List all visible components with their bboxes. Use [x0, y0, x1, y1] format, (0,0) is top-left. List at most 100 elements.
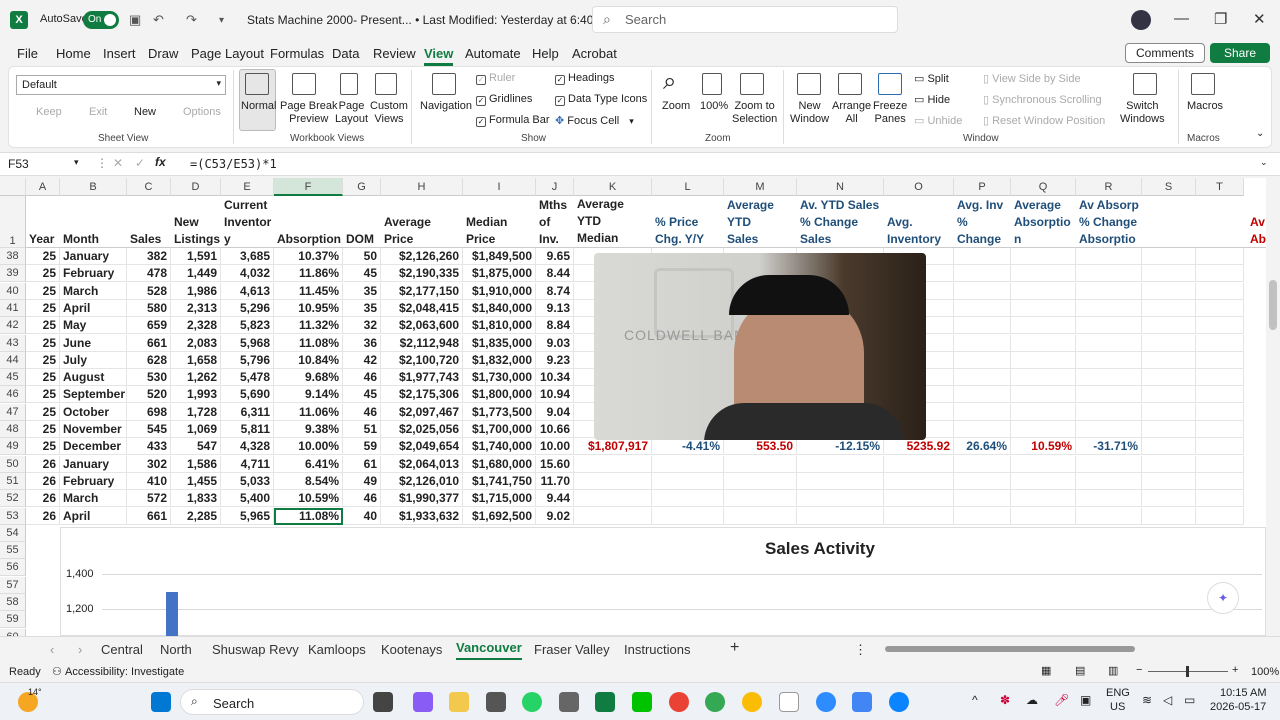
header-cell[interactable]: Av Ab	[1250, 214, 1266, 248]
header-cell[interactable]: Current Inventor y	[224, 197, 273, 248]
chevron-up-icon[interactable]: ^	[972, 693, 978, 707]
sheet-tab-fraser-valley[interactable]: Fraser Valley	[534, 642, 610, 657]
table-cell[interactable]: 25	[26, 403, 60, 421]
row-header[interactable]: 60	[0, 628, 26, 636]
table-cell[interactable]: 2,285	[171, 507, 221, 525]
table-cell[interactable]	[954, 386, 1011, 404]
sheet-tab-kootenays[interactable]: Kootenays	[381, 642, 442, 657]
region-label[interactable]: US	[1110, 701, 1125, 713]
table-cell[interactable]: 35	[343, 299, 381, 317]
table-cell[interactable]: 9.03	[536, 334, 574, 352]
table-cell[interactable]	[1011, 386, 1076, 404]
column-header[interactable]: N	[797, 178, 884, 196]
switch-windows-button[interactable]: Switch Windows	[1120, 100, 1165, 126]
table-cell[interactable]: 10.66	[536, 421, 574, 438]
table-cell[interactable]: 661	[127, 334, 171, 352]
column-header[interactable]: H	[381, 178, 463, 196]
zoom-level[interactable]: 100%	[1251, 666, 1279, 678]
table-cell[interactable]	[954, 351, 1011, 369]
table-cell[interactable]	[1076, 334, 1142, 352]
table-cell[interactable]: 553.50	[724, 438, 797, 456]
table-cell[interactable]: 46	[343, 369, 381, 387]
table-cell[interactable]	[574, 455, 652, 473]
row-header[interactable]: 55	[0, 542, 26, 560]
table-cell[interactable]	[1076, 317, 1142, 335]
table-cell[interactable]	[1011, 282, 1076, 300]
row-header[interactable]: 41	[0, 299, 26, 317]
table-cell[interactable]	[1196, 455, 1244, 473]
row-header[interactable]: 48	[0, 421, 26, 438]
table-cell[interactable]	[1196, 369, 1244, 387]
table-cell[interactable]: September	[60, 386, 127, 404]
chrome-profile-icon[interactable]	[742, 692, 762, 712]
select-all-corner[interactable]	[0, 178, 26, 196]
table-cell[interactable]: January	[60, 455, 127, 473]
function-icon[interactable]: fx	[155, 155, 166, 169]
table-cell[interactable]: April	[60, 299, 127, 317]
page-layout-button[interactable]: Page Layout	[335, 100, 368, 126]
table-cell[interactable]: $2,100,720	[381, 351, 463, 369]
table-cell[interactable]: 10.00	[536, 438, 574, 456]
table-cell[interactable]: 9.14%	[274, 386, 343, 404]
column-header[interactable]: J	[536, 178, 574, 196]
share-button[interactable]: Share	[1210, 43, 1270, 63]
table-cell[interactable]: November	[60, 421, 127, 438]
sheet-view-dropdown[interactable]: Default ▾	[16, 75, 226, 95]
language-label[interactable]: ENG	[1106, 687, 1130, 699]
table-cell[interactable]: 1,986	[171, 282, 221, 300]
table-cell[interactable]: $2,049,654	[381, 438, 463, 456]
table-cell[interactable]: 661	[127, 507, 171, 525]
column-header[interactable]: C	[127, 178, 171, 196]
table-cell[interactable]	[1011, 351, 1076, 369]
table-cell[interactable]	[1076, 351, 1142, 369]
table-cell[interactable]	[954, 490, 1011, 508]
table-cell[interactable]: 5,690	[221, 386, 274, 404]
column-header[interactable]: P	[954, 178, 1011, 196]
column-header[interactable]: F	[274, 178, 343, 196]
table-cell[interactable]: $1,933,632	[381, 507, 463, 525]
table-cell[interactable]: 10.84%	[274, 351, 343, 369]
table-cell[interactable]: 11.06%	[274, 403, 343, 421]
table-cell[interactable]: 10.00%	[274, 438, 343, 456]
add-sheet-icon[interactable]: +	[730, 639, 739, 657]
table-cell[interactable]	[1196, 472, 1244, 490]
cancel-icon[interactable]: ✕	[113, 156, 123, 170]
tab-acrobat[interactable]: Acrobat	[572, 46, 617, 61]
table-cell[interactable]: 36	[343, 334, 381, 352]
file-icon[interactable]	[779, 692, 799, 712]
row-header[interactable]: 52	[0, 490, 26, 508]
row-header[interactable]: 44	[0, 351, 26, 369]
table-cell[interactable]: 9.04	[536, 403, 574, 421]
autosave-toggle[interactable]: On	[83, 11, 119, 29]
table-cell[interactable]	[1196, 299, 1244, 317]
row-header[interactable]: 59	[0, 611, 26, 629]
accessibility-status[interactable]: Accessibility: Investigate	[65, 666, 184, 678]
table-cell[interactable]: 410	[127, 472, 171, 490]
table-cell[interactable]	[1142, 317, 1196, 335]
table-cell[interactable]: $1,700,000	[463, 421, 536, 438]
row-header[interactable]: 51	[0, 472, 26, 490]
table-cell[interactable]: 46	[343, 490, 381, 508]
table-cell[interactable]: $2,175,306	[381, 386, 463, 404]
table-cell[interactable]: 5,796	[221, 351, 274, 369]
table-cell[interactable]: 1,658	[171, 351, 221, 369]
row-header[interactable]: 38	[0, 248, 26, 265]
column-header[interactable]: B	[60, 178, 127, 196]
search-box[interactable]: ⌕ Search	[592, 6, 898, 33]
header-cell[interactable]: Absorption	[277, 231, 342, 248]
table-cell[interactable]: 8.44	[536, 265, 574, 283]
tab-home[interactable]: Home	[56, 46, 91, 61]
camera-icon[interactable]	[486, 692, 506, 712]
microphone-icon[interactable]: 🎤︎	[1054, 693, 1069, 707]
table-cell[interactable]	[1076, 455, 1142, 473]
table-cell[interactable]: 1,069	[171, 421, 221, 438]
copilot-icon[interactable]: ✦	[1207, 582, 1239, 614]
whatsapp-icon[interactable]	[522, 692, 542, 712]
table-cell[interactable]: 11.86%	[274, 265, 343, 283]
normal-view-icon[interactable]: ▦	[1041, 664, 1051, 677]
page-break-preview-button[interactable]: Page Break Preview	[280, 100, 337, 126]
row-header[interactable]: 39	[0, 265, 26, 283]
table-cell[interactable]: 572	[127, 490, 171, 508]
row-header[interactable]: 42	[0, 317, 26, 335]
new-sheet-view-button[interactable]: New	[134, 106, 156, 118]
